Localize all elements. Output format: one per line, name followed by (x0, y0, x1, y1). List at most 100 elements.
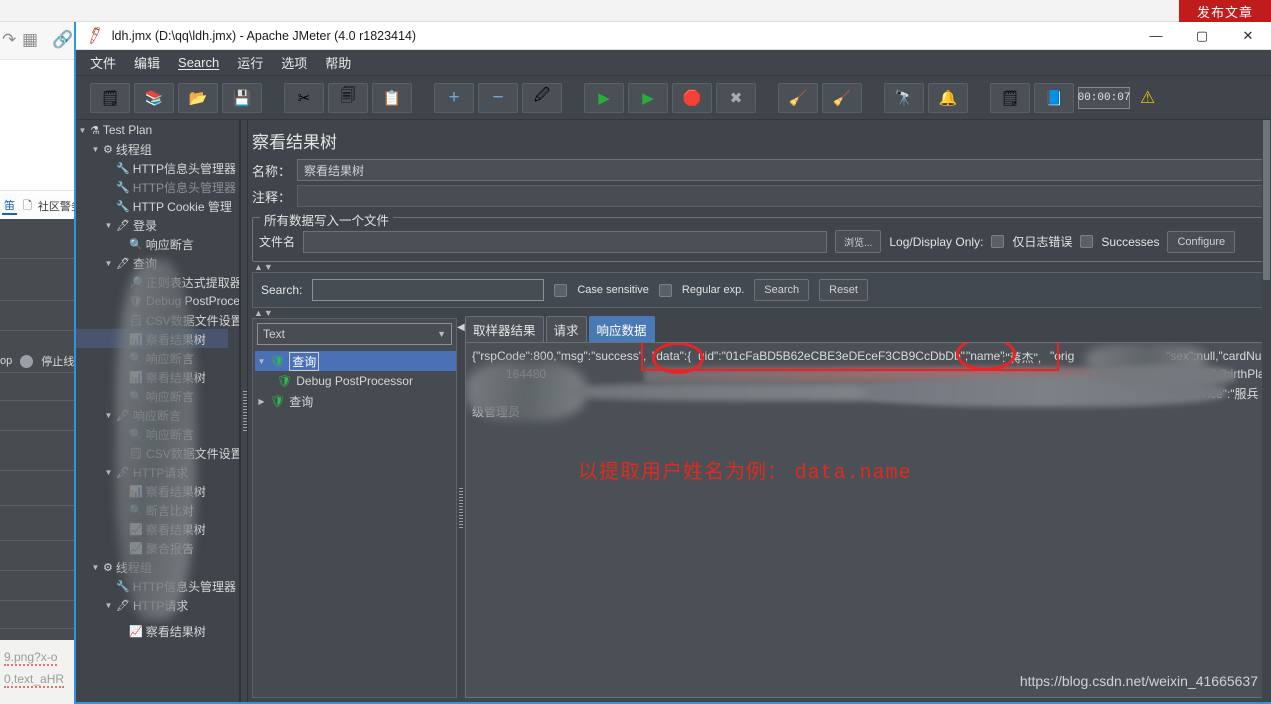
new-icon[interactable]: 🗒 (90, 82, 130, 113)
browse-button[interactable]: 浏览... (835, 230, 882, 253)
test-plan-tree[interactable]: ▼ ⚗ Test Plan ▼ ⚙ 线程组 🔧 HTTP信息头管理器 🔧 HTTP信息头管理器 🔧 H… (76, 120, 240, 702)
chevron-down-icon[interactable]: ▼ (104, 468, 113, 477)
chevron-down-icon[interactable]: ▼ (104, 601, 113, 610)
tree-node[interactable]: 🔍响应断言 (117, 234, 194, 254)
tab-response-data[interactable]: 响应数据 (588, 316, 655, 342)
redo-icon[interactable]: ↷ (2, 30, 16, 50)
chevron-down-icon[interactable]: ▼ (78, 126, 87, 135)
search-label: Search: (261, 283, 303, 297)
menubar: 文件 编辑 Search 运行 选项 帮助 (76, 50, 1271, 76)
splitter-upper[interactable]: ▲ ▼ (248, 262, 1271, 272)
menu-item-file[interactable]: 文件 (90, 53, 116, 72)
stop-icon[interactable]: 🛑 (672, 82, 712, 113)
regular-exp-label[interactable]: Regular exp. (682, 284, 744, 296)
collapse-icon[interactable]: − (478, 82, 518, 113)
tab-request[interactable]: 请求 (545, 316, 587, 342)
tree-splitter[interactable] (240, 120, 248, 702)
chevron-down-icon[interactable]: ▼ (91, 145, 100, 154)
paste-icon[interactable]: 📋 (372, 82, 412, 113)
menu-item-search[interactable]: Search (178, 55, 219, 70)
vertical-scrollbar[interactable] (1262, 120, 1271, 702)
filename-input[interactable] (303, 230, 828, 253)
response-data-view[interactable]: {"rspCode":800,"msg":"success", "data":{… (465, 342, 1267, 698)
maximize-button[interactable]: ▢ (1179, 22, 1225, 50)
start-no-pauses-icon[interactable]: ▶ (628, 82, 668, 113)
page-icon: 🗋 (23, 199, 32, 212)
successes-checkbox[interactable] (1080, 235, 1094, 248)
open-icon[interactable]: 📂 (178, 82, 218, 113)
tree-node[interactable]: 🔧HTTP信息头管理器 (104, 177, 236, 197)
chevron-down-icon[interactable]: ▼ (104, 221, 113, 230)
tree-node[interactable]: 🔧 HTTP Cookie 管理 (104, 196, 232, 216)
successes-label[interactable]: Successes (1101, 235, 1159, 249)
tree-node[interactable]: ▼ 🖊 登录 (104, 215, 157, 235)
save-icon[interactable]: 💾 (222, 82, 262, 113)
list-item[interactable]: 🛡 Debug PostProcessor (255, 371, 456, 391)
clear-all-icon[interactable]: 🧹 (822, 82, 862, 113)
case-sensitive-checkbox[interactable] (554, 283, 568, 297)
minimize-button[interactable]: — (1133, 22, 1179, 50)
collapse2-up-icon[interactable]: ▲ (254, 308, 263, 318)
menu-item-run[interactable]: 运行 (237, 53, 263, 72)
copy-icon[interactable]: 🗐 (328, 82, 368, 113)
expand-icon[interactable]: + (434, 82, 474, 113)
templates-icon[interactable]: 📚 (134, 82, 174, 113)
clear-icon[interactable]: 🧹 (778, 82, 818, 113)
renderer-select[interactable]: Text ▼ (257, 323, 452, 345)
stop-circle-icon[interactable] (20, 354, 34, 368)
tree-node[interactable]: 🔧HTTP信息头管理器 (104, 158, 236, 178)
bg-tab-0[interactable]: 笛 (2, 197, 17, 215)
case-sensitive-label[interactable]: Case sensitive (577, 284, 649, 296)
tree-node[interactable]: 📈察看结果树 (117, 621, 206, 641)
cut-icon[interactable]: ✂ (284, 82, 324, 113)
response-tabs: 取样器结果 请求 响应数据 (465, 316, 1267, 342)
search-icon[interactable]: 🔭 (884, 82, 924, 113)
list-item-label: 查询 (289, 394, 314, 409)
errors-only-checkbox[interactable] (991, 235, 1005, 248)
toggle-icon[interactable]: 🖉 (522, 82, 562, 113)
comment-input[interactable] (297, 185, 1271, 207)
link-icon[interactable]: 🔗 (52, 30, 73, 50)
window-controls: — ▢ ✕ (1133, 22, 1271, 50)
menu-item-edit[interactable]: 编辑 (134, 53, 160, 72)
list-item[interactable]: ▼ 🛡 查询 (255, 351, 456, 371)
close-button[interactable]: ✕ (1225, 22, 1271, 50)
publish-article-button[interactable]: 发布文章 (1179, 0, 1271, 22)
help-icon[interactable]: 📘 (1034, 82, 1074, 113)
expand-toggle-icon[interactable]: ▶ (257, 397, 266, 406)
tab-sampler-result[interactable]: 取样器结果 (465, 316, 544, 342)
splitter-left-arrow-icon[interactable]: ◀ (457, 322, 465, 333)
errors-only-label[interactable]: 仅日志错误 (1012, 233, 1072, 250)
results-splitter[interactable]: ◀ (457, 318, 465, 698)
chevron-down-icon[interactable]: ▼ (104, 411, 113, 420)
menu-item-help[interactable]: 帮助 (325, 53, 351, 72)
menu-item-options[interactable]: 选项 (281, 53, 307, 72)
reset-button[interactable]: Reset (819, 279, 868, 301)
tree-node[interactable]: ▼ ⚗ Test Plan (78, 120, 153, 140)
chevron-down-icon[interactable]: ▼ (91, 563, 100, 572)
collapse-down-icon[interactable]: ▼ (264, 262, 273, 272)
warning-icon[interactable]: ⚠ (1140, 88, 1155, 108)
expand-toggle-icon[interactable]: ▼ (257, 357, 266, 366)
reset-search-icon[interactable]: 🔔 (928, 82, 968, 113)
start-icon[interactable]: ▶ (584, 82, 624, 113)
regular-exp-checkbox[interactable] (658, 283, 672, 297)
sampler-results-tree[interactable]: ▼ 🛡 查询 🛡 Debug PostProcessor ▶ 🛡 查询 (253, 349, 456, 697)
watermark: https://blog.csdn.net/weixin_41665637 (1019, 673, 1258, 689)
search-input[interactable] (312, 279, 545, 301)
shutdown-icon[interactable]: ✖ (716, 82, 756, 113)
group-legend: 所有数据写入一个文件 (260, 210, 394, 229)
table-icon[interactable]: ▦ (22, 30, 38, 50)
splitter-lower[interactable]: ▲ ▼ (248, 308, 1271, 318)
search-button[interactable]: Search (754, 279, 810, 301)
chevron-down-icon[interactable]: ▼ (104, 259, 113, 268)
list-item[interactable]: ▶ 🛡 查询 (255, 391, 456, 411)
tree-node[interactable]: ▼⚙线程组 (91, 139, 152, 159)
name-input[interactable]: 察看结果树 (297, 159, 1271, 181)
filename-label: 文件名 (259, 235, 296, 249)
response-column: 取样器结果 请求 响应数据 {"rspCode":800,"msg":"succ… (465, 316, 1267, 698)
collapse2-down-icon[interactable]: ▼ (264, 308, 273, 318)
configure-button[interactable]: Configure (1167, 230, 1236, 253)
collapse-up-icon[interactable]: ▲ (254, 262, 263, 272)
function-helper-icon[interactable]: 🗒 (990, 82, 1030, 113)
